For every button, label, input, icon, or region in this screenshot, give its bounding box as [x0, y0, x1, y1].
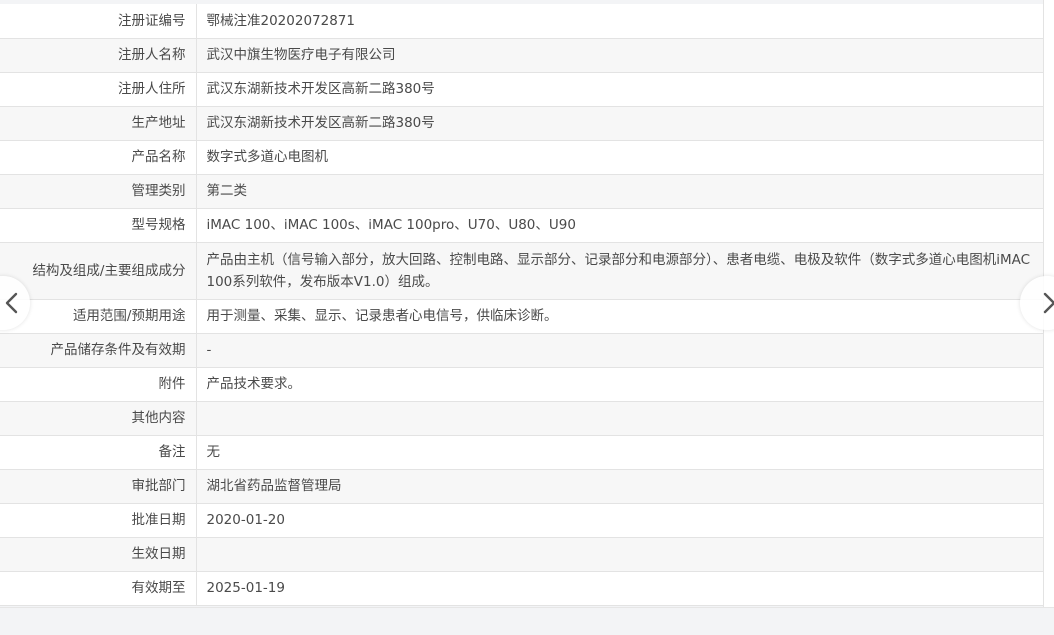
table-row: 适用范围/预期用途 用于测量、采集、显示、记录患者心电信号，供临床诊断。: [0, 298, 1043, 334]
table-row: 注册人住所 武汉东湖新技术开发区高新二路380号: [0, 71, 1043, 107]
table-row: 其他内容: [0, 400, 1043, 436]
row-value-registrant-name: 武汉中旗生物医疗电子有限公司: [196, 37, 1043, 73]
row-value-approval-date: 2020-01-20: [196, 502, 1043, 538]
row-value-structure-composition: 产品由主机（信号输入部分，放大回路、控制电路、显示部分、记录部分和电源部分）、患…: [196, 241, 1043, 300]
row-label-registrant-name: 注册人名称: [0, 37, 197, 73]
row-value-effective-date: [196, 536, 1043, 572]
row-label-product-name: 产品名称: [0, 139, 197, 175]
table-row: 有效期至 2025-01-19: [0, 570, 1043, 606]
row-label-attachment: 附件: [0, 366, 197, 402]
row-label-effective-date: 生效日期: [0, 536, 197, 572]
table-row: 备注 无: [0, 434, 1043, 470]
row-label-valid-until: 有效期至: [0, 570, 197, 606]
row-label-registration-number: 注册证编号: [0, 4, 197, 39]
row-label-remarks: 备注: [0, 434, 197, 470]
row-value-production-address: 武汉东湖新技术开发区高新二路380号: [196, 105, 1043, 141]
row-value-valid-until: 2025-01-19: [196, 570, 1043, 606]
row-value-model-spec: iMAC 100、iMAC 100s、iMAC 100pro、U70、U80、U…: [196, 207, 1043, 243]
row-label-model-spec: 型号规格: [0, 207, 197, 243]
row-value-remarks: 无: [196, 434, 1043, 470]
table-row: 注册证编号 鄂械注准20202072871: [0, 4, 1043, 39]
row-value-other-content: [196, 400, 1043, 436]
row-label-production-address: 生产地址: [0, 105, 197, 141]
table-row: 产品名称 数字式多道心电图机: [0, 139, 1043, 175]
row-value-attachment: 产品技术要求。: [196, 366, 1043, 402]
chevron-right-icon: [1043, 292, 1054, 314]
row-label-registrant-address: 注册人住所: [0, 71, 197, 107]
row-value-storage-validity: -: [196, 332, 1043, 368]
table-row: 管理类别 第二类: [0, 173, 1043, 209]
table-row: 生产地址 武汉东湖新技术开发区高新二路380号: [0, 105, 1043, 141]
table-row: 产品储存条件及有效期 -: [0, 332, 1043, 368]
row-value-registrant-address: 武汉东湖新技术开发区高新二路380号: [196, 71, 1043, 107]
chevron-left-icon: [5, 292, 18, 314]
row-value-approval-department: 湖北省药品监督管理局: [196, 468, 1043, 504]
row-value-management-class: 第二类: [196, 173, 1043, 209]
page-bottom-band: [0, 607, 1054, 635]
table-row: 批准日期 2020-01-20: [0, 502, 1043, 538]
row-label-structure-composition: 结构及组成/主要组成成分: [0, 241, 197, 300]
table-row: 附件 产品技术要求。: [0, 366, 1043, 402]
row-value-product-name: 数字式多道心电图机: [196, 139, 1043, 175]
row-label-approval-date: 批准日期: [0, 502, 197, 538]
row-value-intended-use: 用于测量、采集、显示、记录患者心电信号，供临床诊断。: [196, 298, 1043, 334]
detail-viewport: 注册证编号 鄂械注准20202072871 注册人名称 武汉中旗生物医疗电子有限…: [0, 0, 1054, 635]
row-label-management-class: 管理类别: [0, 173, 197, 209]
table-row: 型号规格 iMAC 100、iMAC 100s、iMAC 100pro、U70、…: [0, 207, 1043, 243]
table-row: 结构及组成/主要组成成分 产品由主机（信号输入部分，放大回路、控制电路、显示部分…: [0, 241, 1043, 300]
table-row: 生效日期: [0, 536, 1043, 572]
table-row: 注册人名称 武汉中旗生物医疗电子有限公司: [0, 37, 1043, 73]
row-label-other-content: 其他内容: [0, 400, 197, 436]
registration-detail-panel: 注册证编号 鄂械注准20202072871 注册人名称 武汉中旗生物医疗电子有限…: [0, 4, 1043, 606]
table-row: 审批部门 湖北省药品监督管理局: [0, 468, 1043, 504]
row-label-approval-department: 审批部门: [0, 468, 197, 504]
registration-detail-table: 注册证编号 鄂械注准20202072871 注册人名称 武汉中旗生物医疗电子有限…: [0, 4, 1043, 606]
row-value-registration-number: 鄂械注准20202072871: [196, 4, 1043, 39]
row-label-storage-validity: 产品储存条件及有效期: [0, 332, 197, 368]
